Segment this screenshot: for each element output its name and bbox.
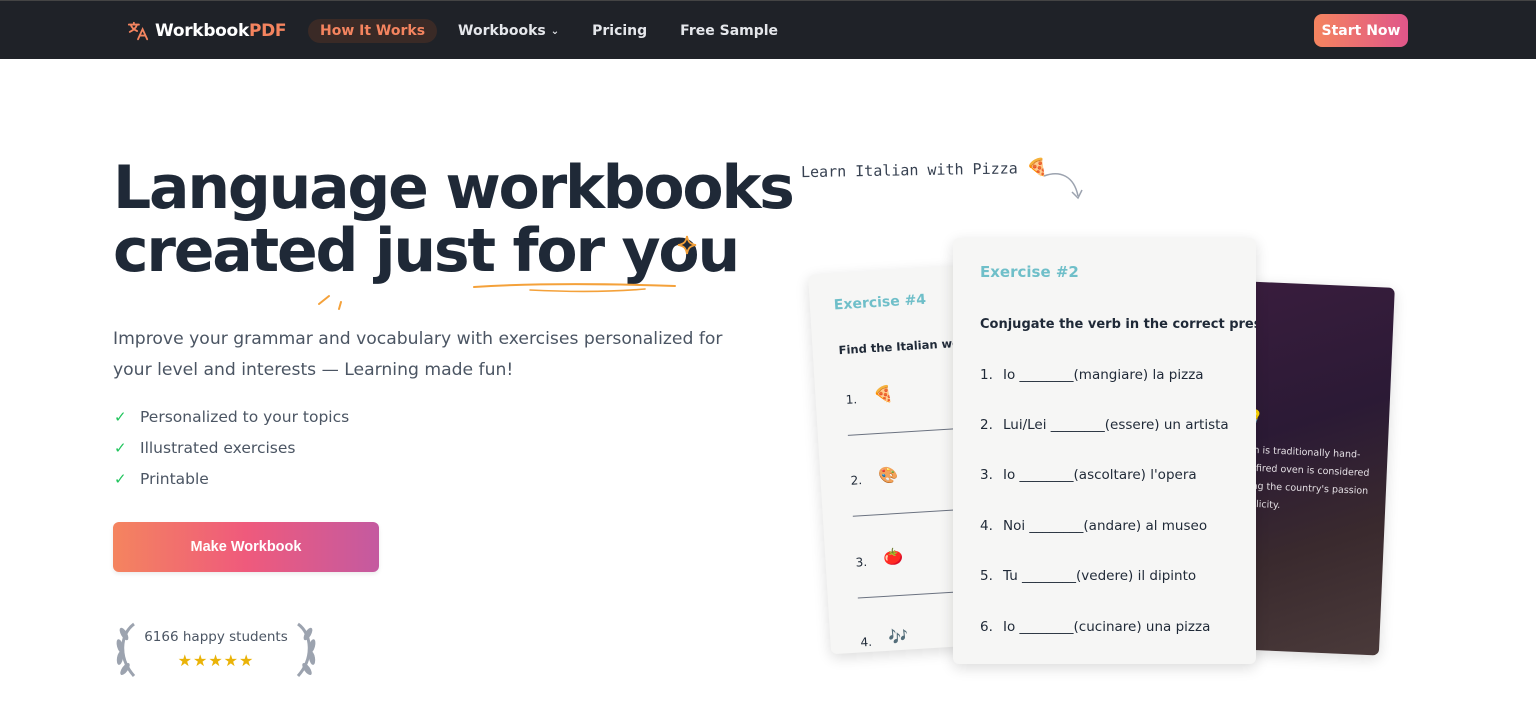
nav-link-pricing[interactable]: Pricing [580, 19, 659, 43]
item-number: 6. [980, 619, 993, 635]
exercise-2-card: Exercise #2 Conjugate the verb in the co… [953, 238, 1256, 664]
check-icon: ✓ [114, 407, 127, 426]
exercise-item-number: 4. [860, 634, 873, 650]
nav-links: How It Works Workbooks ⌄ Pricing Free Sam… [308, 18, 799, 44]
exercise-item: 6. Io ________(cucinare) una pizza [980, 619, 1210, 635]
laurel-right-icon [296, 622, 316, 677]
item-text: Io ________(cucinare) una pizza [1003, 619, 1211, 635]
feature-list: ✓ Personalized to your topics ✓ Illustrate… [114, 401, 349, 494]
make-workbook-button[interactable]: Make Workbook [113, 522, 379, 572]
feature-label: Printable [140, 469, 209, 488]
exercise-title: Exercise #2 [980, 263, 1079, 281]
logo-text-pdf: PDF [248, 21, 287, 41]
logo-text: WorkbookPDF [155, 21, 287, 41]
top-navbar: WorkbookPDF How It Works Workbooks ⌄ Pric… [0, 0, 1536, 59]
feature-item: ✓ Printable [114, 463, 349, 494]
translate-icon [127, 21, 149, 41]
hero-subtitle: Improve your grammar and vocabulary with… [113, 329, 723, 380]
exercise-item: 5. Tu ________(vedere) il dipinto [980, 568, 1196, 584]
feature-item: ✓ Personalized to your topics [114, 401, 349, 432]
check-icon: ✓ [114, 438, 127, 457]
item-number: 1. [980, 367, 993, 383]
feature-label: Illustrated exercises [140, 438, 296, 457]
music-notes-icon: 🎶 [887, 626, 909, 647]
exercise-item-number: 2. [850, 473, 863, 488]
palette-icon: 🎨 [877, 464, 899, 486]
pizza-icon: 🍕 [872, 384, 894, 405]
nav-link-label: Pricing [592, 23, 648, 39]
item-number: 5. [980, 568, 993, 584]
exercise-item: 1. Io ________(mangiare) la pizza [980, 367, 1204, 383]
feature-label: Personalized to your topics [140, 407, 350, 426]
item-number: 2. [980, 417, 993, 433]
laurel-left-icon [116, 622, 136, 677]
exercise-item: 2. Lui/Lei ________(essere) un artista [980, 417, 1229, 433]
nav-link-label: Free Sample [680, 23, 779, 39]
headline-line-2: created just for you [113, 216, 740, 286]
chevron-down-icon: ⌄ [550, 25, 560, 37]
exercise-item: 3. Io ________(ascoltare) l'opera [980, 467, 1197, 483]
item-text: Io ________(ascoltare) l'opera [1003, 467, 1197, 483]
tomato-icon: 🍅 [882, 546, 904, 567]
exercise-item-number: 3. [855, 554, 868, 570]
headline-line-1: Language workbooks [113, 153, 795, 223]
accent-ticks [318, 295, 342, 310]
logo[interactable]: WorkbookPDF [127, 18, 287, 44]
start-now-button[interactable]: Start Now [1314, 14, 1408, 47]
item-text: Lui/Lei ________(essere) un artista [1003, 417, 1229, 433]
item-text: Noi ________(andare) al museo [1003, 518, 1208, 534]
hero-headline: Language workbooks created just for you [113, 157, 795, 286]
note-text: Learn Italian with Pizza [800, 159, 1018, 182]
item-number: 3. [980, 467, 993, 483]
exercise-instruction: Conjugate the verb in the correct presen… [980, 317, 1256, 332]
exercise-item-number: 1. [845, 392, 858, 407]
nav-link-workbooks[interactable]: Workbooks ⌄ [446, 19, 571, 43]
logo-text-workbook: Workbook [155, 21, 249, 41]
nav-link-how-it-works[interactable]: How It Works [308, 19, 438, 43]
check-icon: ✓ [114, 469, 127, 488]
nav-link-label: How It Works [320, 23, 426, 39]
exercise-item: 4. Noi ________(andare) al museo [980, 518, 1207, 534]
exercise-title: Exercise #4 [833, 291, 927, 314]
nav-link-free-sample[interactable]: Free Sample [668, 19, 790, 43]
curved-arrow-icon [1043, 173, 1083, 200]
handwritten-note: Learn Italian with Pizza 🍕 [801, 158, 1048, 182]
happy-students-count: 6166 happy students [144, 629, 288, 645]
sparkle-icon [677, 235, 697, 255]
item-number: 4. [980, 518, 993, 534]
scribble-underline [473, 283, 676, 293]
feature-item: ✓ Illustrated exercises [114, 432, 349, 463]
item-text: Io ________(mangiare) la pizza [1003, 367, 1204, 383]
star-rating: ★★★★★ [177, 651, 255, 670]
item-text: Tu ________(vedere) il dipinto [1003, 568, 1197, 584]
nav-link-label: Workbooks [458, 23, 546, 39]
